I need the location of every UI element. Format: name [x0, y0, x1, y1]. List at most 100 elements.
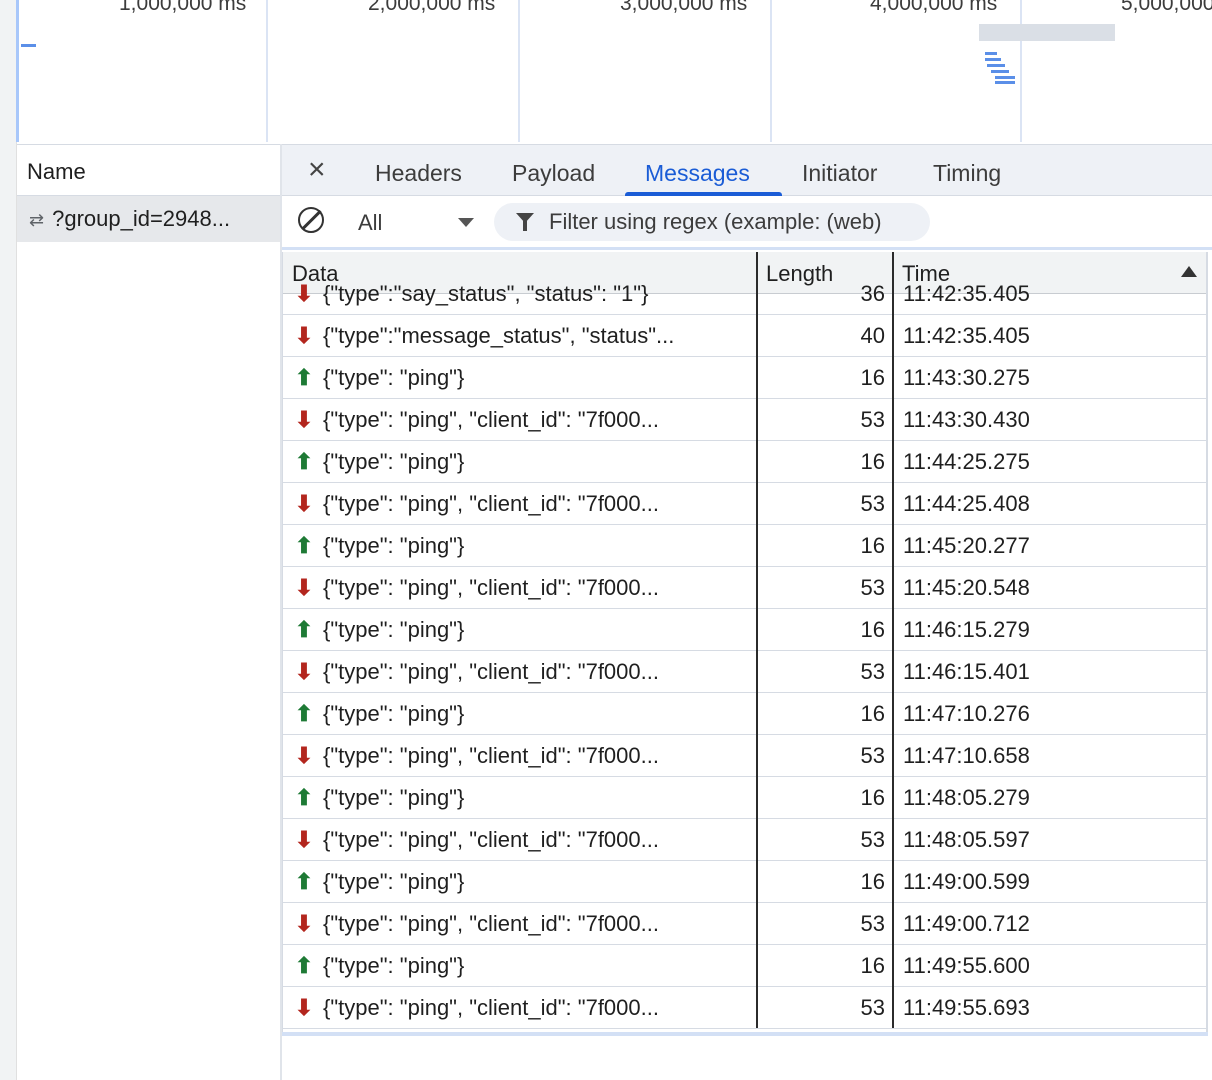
tab-messages[interactable]: Messages	[645, 145, 750, 196]
column-divider[interactable]	[756, 252, 758, 1028]
grid-line	[770, 0, 772, 142]
message-time-cell: 11:45:20.548	[903, 575, 1030, 600]
overview-tick-label: 4,000,000 ms	[870, 0, 998, 15]
table-row[interactable]: ⬆ {"type": "ping"} 16 11:48:05.279	[283, 777, 1206, 819]
overview-request-bar	[21, 44, 36, 47]
filter-funnel-icon-stem	[523, 221, 527, 231]
message-data-text: {"type": "ping", "client_id": "7f000...	[323, 995, 659, 1020]
chevron-down-icon[interactable]	[458, 218, 474, 227]
overview-request-bar	[985, 58, 1001, 61]
message-time-cell: 11:47:10.276	[903, 701, 1030, 726]
table-row[interactable]: ⬆ {"type": "ping"} 16 11:49:55.600	[283, 945, 1206, 987]
message-length-cell: 16	[860, 785, 885, 810]
message-time-cell: 11:42:35.405	[903, 323, 1030, 348]
request-name: ?group_id=2948...	[52, 206, 231, 231]
message-type-select[interactable]: All	[358, 210, 382, 236]
message-data-text: {"type": "ping"}	[323, 785, 465, 810]
table-row[interactable]: ⬇ {"type": "ping", "client_id": "7f000...…	[283, 399, 1206, 441]
message-data-cell: ⬆ {"type": "ping"}	[293, 861, 745, 902]
message-data-cell: ⬆ {"type": "ping"}	[293, 945, 745, 986]
arrow-down-icon: ⬇	[294, 281, 314, 306]
message-data-cell: ⬆ {"type": "ping"}	[293, 693, 745, 734]
message-data-cell: ⬇ {"type": "ping", "client_id": "7f000...	[293, 483, 745, 524]
overview-request-bar	[987, 64, 1005, 67]
message-data-text: {"type": "ping"}	[323, 617, 465, 642]
table-row[interactable]: ⬆ {"type": "ping"} 16 11:46:15.279	[283, 609, 1206, 651]
request-row-websocket[interactable]: ⇄ ?group_id=2948...	[17, 196, 281, 242]
close-icon[interactable]: ×	[308, 155, 326, 185]
table-row[interactable]: ⬇ {"type":"say_status", "status": "1"} 36 1…	[283, 273, 1206, 315]
arrow-down-icon: ⬇	[294, 743, 314, 768]
websocket-icon: ⇄	[29, 210, 44, 230]
message-data-cell: ⬇ {"type": "ping", "client_id": "7f000...	[293, 651, 745, 692]
message-data-cell: ⬆ {"type": "ping"}	[293, 777, 745, 818]
message-length-cell: 16	[860, 869, 885, 894]
tab-timing[interactable]: Timing	[933, 145, 1001, 196]
message-length-cell: 16	[860, 617, 885, 642]
table-row[interactable]: ⬆ {"type": "ping"} 16 11:49:00.599	[283, 861, 1206, 903]
table-row[interactable]: ⬇ {"type": "ping", "client_id": "7f000...…	[283, 819, 1206, 861]
message-length-cell: 40	[860, 323, 885, 348]
left-gutter	[0, 0, 16, 1080]
column-divider[interactable]	[892, 252, 894, 1028]
message-data-cell: ⬇ {"type": "ping", "client_id": "7f000...	[293, 567, 745, 608]
overview-selection[interactable]	[979, 24, 1115, 41]
message-time-cell: 11:49:00.712	[903, 911, 1030, 936]
filter-input[interactable]: Filter using regex (example: (web)	[494, 203, 930, 241]
table-row[interactable]: ⬇ {"type": "ping", "client_id": "7f000...…	[283, 735, 1206, 777]
table-row[interactable]: ⬇ {"type": "ping", "client_id": "7f000...…	[283, 651, 1206, 693]
tab-initiator[interactable]: Initiator	[802, 145, 877, 196]
grid-line	[1020, 0, 1022, 142]
tab-headers[interactable]: Headers	[375, 145, 462, 196]
tab-payload[interactable]: Payload	[512, 145, 595, 196]
message-length-cell: 53	[860, 575, 885, 600]
arrow-up-icon: ⬆	[294, 701, 314, 726]
message-time-cell: 11:45:20.277	[903, 533, 1030, 558]
message-length-cell: 53	[860, 911, 885, 936]
arrow-down-icon: ⬇	[294, 323, 314, 348]
message-length-cell: 53	[860, 827, 885, 852]
network-overview[interactable]: 1,000,000 ms 2,000,000 ms 3,000,000 ms 4…	[19, 0, 1212, 142]
table-row[interactable]: ⬇ {"type": "ping", "client_id": "7f000...…	[283, 483, 1206, 525]
table-row[interactable]: ⬇ {"type": "ping", "client_id": "7f000...…	[283, 903, 1206, 945]
table-row[interactable]: ⬆ {"type": "ping"} 16 11:45:20.277	[283, 525, 1206, 567]
messages-table: Data Length Time ⬇ {"type":"say_status", …	[282, 252, 1208, 1032]
message-data-cell: ⬆ {"type": "ping"}	[293, 441, 745, 482]
message-data-cell: ⬇ {"type": "ping", "client_id": "7f000...	[293, 735, 745, 776]
table-row[interactable]: ⬇ {"type": "ping", "client_id": "7f000...…	[283, 567, 1206, 609]
message-data-cell: ⬇ {"type": "ping", "client_id": "7f000...	[293, 903, 745, 944]
overview-request-bar	[995, 76, 1015, 79]
message-length-cell: 16	[860, 701, 885, 726]
grid-line	[266, 0, 268, 142]
message-time-cell: 11:46:15.279	[903, 617, 1030, 642]
message-data-text: {"type": "ping"}	[323, 365, 465, 390]
message-data-cell: ⬆ {"type": "ping"}	[293, 609, 745, 650]
message-data-cell: ⬇ {"type": "ping", "client_id": "7f000...	[293, 819, 745, 860]
table-row[interactable]: ⬇ {"type":"message_status", "status"... 40…	[283, 315, 1206, 357]
table-row[interactable]: ⬆ {"type": "ping"} 16 11:43:30.275	[283, 357, 1206, 399]
message-time-cell: 11:44:25.408	[903, 491, 1030, 516]
message-data-cell: ⬇ {"type": "ping", "client_id": "7f000...	[293, 399, 745, 440]
message-data-cell: ⬆ {"type": "ping"}	[293, 525, 745, 566]
request-detail-pane: × Headers Payload Messages Initiator Tim…	[282, 144, 1212, 1080]
arrow-down-icon: ⬇	[294, 911, 314, 936]
overview-tick-label: 3,000,000 ms	[620, 0, 748, 15]
message-time-cell: 11:44:25.275	[903, 449, 1030, 474]
message-length-cell: 53	[860, 491, 885, 516]
overview-tick-label: 5,000,000 ms	[1121, 0, 1212, 15]
table-row[interactable]: ⬆ {"type": "ping"} 16 11:44:25.275	[283, 441, 1206, 483]
message-data-cell: ⬇ {"type":"message_status", "status"...	[293, 315, 745, 356]
clear-messages-icon[interactable]	[298, 207, 324, 233]
message-time-cell: 11:47:10.658	[903, 743, 1030, 768]
grid-line	[518, 0, 520, 142]
overview-request-bar	[991, 70, 1009, 73]
name-column-header[interactable]: Name	[17, 144, 281, 196]
arrow-up-icon: ⬆	[294, 953, 314, 978]
table-row[interactable]: ⬇ {"type": "ping", "client_id": "7f000...…	[283, 987, 1206, 1029]
message-data-text: {"type": "ping", "client_id": "7f000...	[323, 743, 659, 768]
arrow-up-icon: ⬆	[294, 365, 314, 390]
message-data-text: {"type": "ping", "client_id": "7f000...	[323, 659, 659, 684]
message-length-cell: 53	[860, 407, 885, 432]
message-time-cell: 11:42:35.405	[903, 281, 1030, 306]
table-row[interactable]: ⬆ {"type": "ping"} 16 11:47:10.276	[283, 693, 1206, 735]
